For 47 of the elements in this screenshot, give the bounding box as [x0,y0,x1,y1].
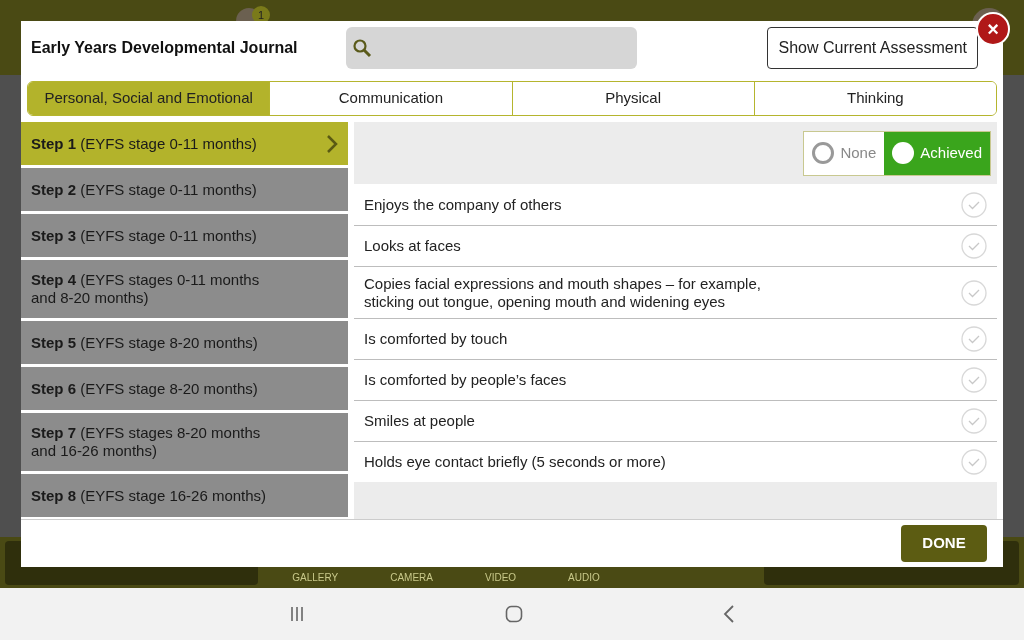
milestone-row[interactable]: Looks at faces [354,225,997,266]
category-tab[interactable]: Personal, Social and Emotional [28,82,270,115]
milestone-text: Is comforted by people’s faces [364,371,568,389]
show-assessment-button[interactable]: Show Current Assessment [767,27,978,69]
milestone-text: Is comforted by touch [364,330,509,348]
check-circle-icon[interactable] [961,191,987,218]
step-item[interactable]: Step 5 (EYFS stage 8-20 months) [21,321,348,364]
milestone-text: Holds eye contact briefly (5 seconds or more) [364,453,667,471]
milestone-text: Smiles at people [364,412,476,430]
recent-apps-icon[interactable] [289,606,305,622]
chevron-right-icon [326,134,338,153]
step-item[interactable]: Step 8 (EYFS stage 16-26 months) [21,474,348,517]
check-circle-icon[interactable] [961,449,987,475]
milestone-row[interactable]: Copies facial expressions and mouth shapes – for example, sticking out tongue, opening mouth and widening eyes [354,266,997,318]
radio-icon [892,142,915,164]
back-icon[interactable] [723,605,735,623]
step-item[interactable]: Step 1 (EYFS stage 0-11 months) [21,122,348,165]
milestone-text: Copies facial expressions and mouth shapes – for example, sticking out tongue, opening mouth and widening eyes [364,274,762,311]
check-circle-icon[interactable] [961,367,987,393]
dialog-title: Early Years Developmental Journal [31,38,299,58]
milestone-text: Enjoys the company of others [364,195,563,214]
step-item[interactable]: Step 2 (EYFS stage 0-11 months) [21,168,348,211]
media-label: VIDEO [484,571,517,585]
media-label: AUDIO [568,571,600,585]
search-field[interactable] [346,27,637,69]
milestone-text: Looks at faces [364,237,462,255]
step-item[interactable]: Step 3 (EYFS stage 0-11 months) [21,214,348,257]
check-circle-icon[interactable] [961,326,987,352]
step-item[interactable]: Step 7 (EYFS stages 8-20 months and 16-26 months) [21,413,348,471]
milestone-row[interactable]: Holds eye contact briefly (5 seconds or more) [354,441,997,482]
search-icon [352,38,372,58]
check-circle-icon[interactable] [961,279,987,306]
check-circle-icon[interactable] [961,233,987,259]
radio-icon [812,142,835,164]
assessment-option[interactable]: None [804,131,885,175]
category-tab[interactable]: Thinking [753,82,996,115]
milestone-row[interactable]: Is comforted by people’s faces [354,359,997,400]
milestone-row[interactable]: Is comforted by touch [354,318,997,359]
done-button[interactable]: DONE [901,525,987,562]
home-icon[interactable] [505,605,523,623]
milestone-row[interactable]: Enjoys the company of others [354,184,997,225]
step-item[interactable]: Step 4 (EYFS stages 0-11 months and 8-20 months) [21,260,348,318]
media-label: CAMERA [390,571,433,585]
check-circle-icon[interactable] [961,408,987,434]
media-label: GALLERY [292,571,339,585]
milestone-row[interactable]: Smiles at people [354,400,997,441]
step-item[interactable]: Step 6 (EYFS stage 8-20 months) [21,367,348,410]
